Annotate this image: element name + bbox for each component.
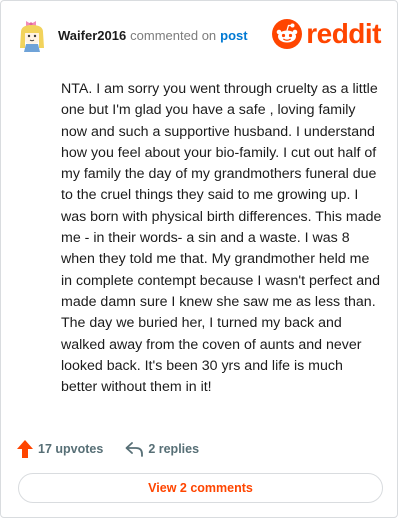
comment-header: Waifer2016 commented on post bbox=[17, 17, 248, 53]
reddit-logo[interactable]: reddit bbox=[272, 19, 381, 49]
comment-card: Waifer2016 commented on post reddit NTA.… bbox=[0, 0, 398, 518]
user-avatar[interactable] bbox=[17, 18, 47, 52]
comment-actions: 17 upvotes 2 replies bbox=[17, 439, 199, 459]
view-comments-button[interactable]: View 2 comments bbox=[18, 473, 383, 503]
reddit-wordmark: reddit bbox=[306, 18, 381, 49]
comment-username[interactable]: Waifer2016 bbox=[58, 28, 126, 43]
commented-on-text: commented on bbox=[130, 27, 217, 43]
replies-count: 2 replies bbox=[148, 442, 200, 456]
upvote-arrow-icon[interactable] bbox=[17, 440, 33, 458]
reddit-snoo-icon bbox=[272, 19, 303, 49]
reply-arrow-icon bbox=[125, 442, 144, 457]
upvote-count: 17 upvotes bbox=[38, 442, 104, 456]
comment-body: NTA. I am sorry you went through cruelty… bbox=[61, 81, 382, 396]
post-link[interactable]: post bbox=[220, 28, 247, 43]
replies-button[interactable]: 2 replies bbox=[125, 441, 199, 457]
